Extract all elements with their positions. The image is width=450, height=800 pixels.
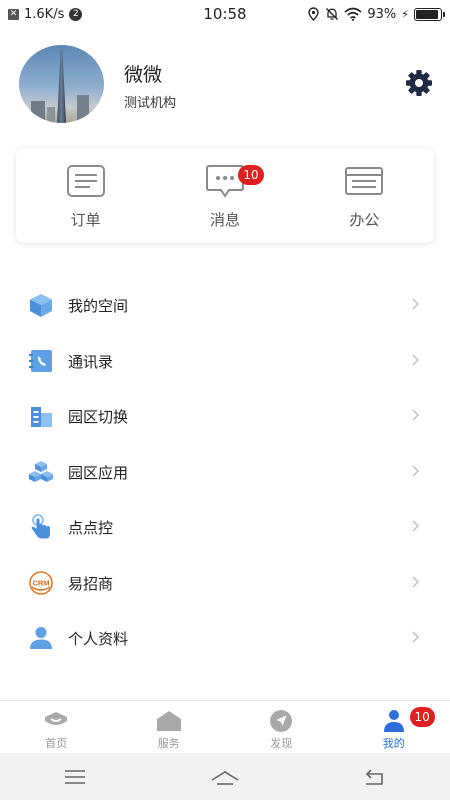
nav-badge: 10 (409, 707, 435, 727)
menu-label: 园区应用 (68, 463, 129, 482)
menu-label: 通讯录 (68, 352, 114, 371)
organization-name: 测试机构 (124, 96, 177, 111)
shortcut-order[interactable]: 订单 (16, 148, 155, 243)
system-nav-bar (0, 753, 450, 800)
wifi-icon (344, 7, 362, 21)
network-speed: 1.6K/s (24, 6, 65, 22)
nav-label: 发现 (270, 737, 293, 750)
crm-icon: CRM (29, 570, 53, 595)
menu-item-touch-control[interactable]: 点点控 (0, 500, 450, 556)
settings-gear-icon[interactable] (403, 67, 435, 99)
chevron-right-icon (412, 575, 420, 588)
status-bar: ✕ 1.6K/s 2 10:58 93% ⚡ (0, 0, 450, 28)
no-sim-icon: ✕ (8, 8, 19, 20)
avatar-building (77, 95, 89, 123)
shortcut-label: 订单 (70, 211, 101, 229)
avatar[interactable] (19, 45, 104, 123)
menu-label: 个人资料 (68, 630, 129, 648)
shortcut-label: 办公 (349, 211, 380, 229)
menu-item-easy-invest[interactable]: CRM 易招商 (0, 556, 450, 612)
avatar-building (47, 107, 55, 123)
status-left: ✕ 1.6K/s 2 (8, 6, 83, 22)
nav-label: 首页 (45, 737, 68, 750)
menu-icon[interactable] (60, 765, 90, 789)
nav-label: 我的 (382, 737, 405, 750)
message-badge: 10 (238, 165, 264, 185)
compass-icon (270, 710, 293, 732)
chevron-right-icon (412, 631, 420, 643)
shortcut-message[interactable]: 10 消息 (155, 148, 294, 243)
touch-icon (31, 514, 50, 539)
building-icon (31, 407, 52, 427)
menu-list: 我的空间 通讯录 园区切换 园区应用 点点控 CRM 易招商 个人资料 (0, 278, 450, 667)
menu-label: 点点控 (68, 519, 114, 537)
profile-icon (383, 710, 404, 732)
battery-percent: 93% (367, 6, 397, 22)
charging-icon: ⚡ (401, 7, 409, 21)
boxes-icon (29, 460, 53, 482)
contacts-icon (29, 349, 52, 372)
menu-item-personal-info[interactable]: 个人资料 (0, 611, 450, 667)
battery-level (416, 9, 439, 19)
nav-service[interactable]: 服务 (113, 701, 226, 753)
nav-mine[interactable]: 10 我的 (338, 701, 450, 753)
battery-icon (414, 7, 445, 21)
shortcut-label: 消息 (209, 211, 240, 229)
status-right: 93% ⚡ (307, 6, 445, 22)
cube-icon (30, 294, 52, 317)
menu-item-my-space[interactable]: 我的空间 (0, 278, 450, 334)
person-icon (30, 627, 52, 649)
notification-count: 2 (69, 7, 83, 21)
menu-label: 园区切换 (68, 408, 129, 426)
chevron-right-icon (412, 353, 420, 366)
chevron-right-icon (412, 464, 420, 477)
nav-discover[interactable]: 发现 (225, 701, 338, 753)
user-name: 微微 (124, 64, 163, 86)
location-icon (308, 7, 320, 21)
mute-bell-icon (326, 8, 339, 20)
nav-label: 服务 (157, 737, 180, 750)
back-icon[interactable] (360, 765, 390, 789)
crm-icon-text: CRM (32, 578, 49, 587)
shortcut-card: 订单 10 消息 办公 (16, 148, 434, 243)
bottom-nav: 首页 服务 发现 10 我的 (0, 700, 450, 753)
home-icon (45, 712, 68, 725)
menu-item-contacts[interactable]: 通讯录 (0, 334, 450, 390)
menu-label: 易招商 (68, 574, 114, 593)
chevron-right-icon (412, 520, 420, 532)
avatar-tower (57, 49, 66, 123)
menu-label: 我的空间 (68, 297, 129, 315)
profile-header: 微微 测试机构 (0, 42, 450, 128)
shortcut-office[interactable]: 办公 (295, 148, 434, 243)
avatar-building (31, 101, 45, 123)
menu-item-park-switch[interactable]: 园区切换 (0, 389, 450, 445)
menu-item-park-apps[interactable]: 园区应用 (0, 445, 450, 501)
order-icon (66, 165, 105, 197)
chevron-right-icon (412, 409, 420, 421)
chevron-right-icon (412, 298, 420, 310)
service-icon (156, 711, 181, 731)
nav-home[interactable]: 首页 (0, 701, 113, 753)
home-button-icon[interactable] (210, 765, 240, 789)
office-icon (345, 167, 384, 195)
